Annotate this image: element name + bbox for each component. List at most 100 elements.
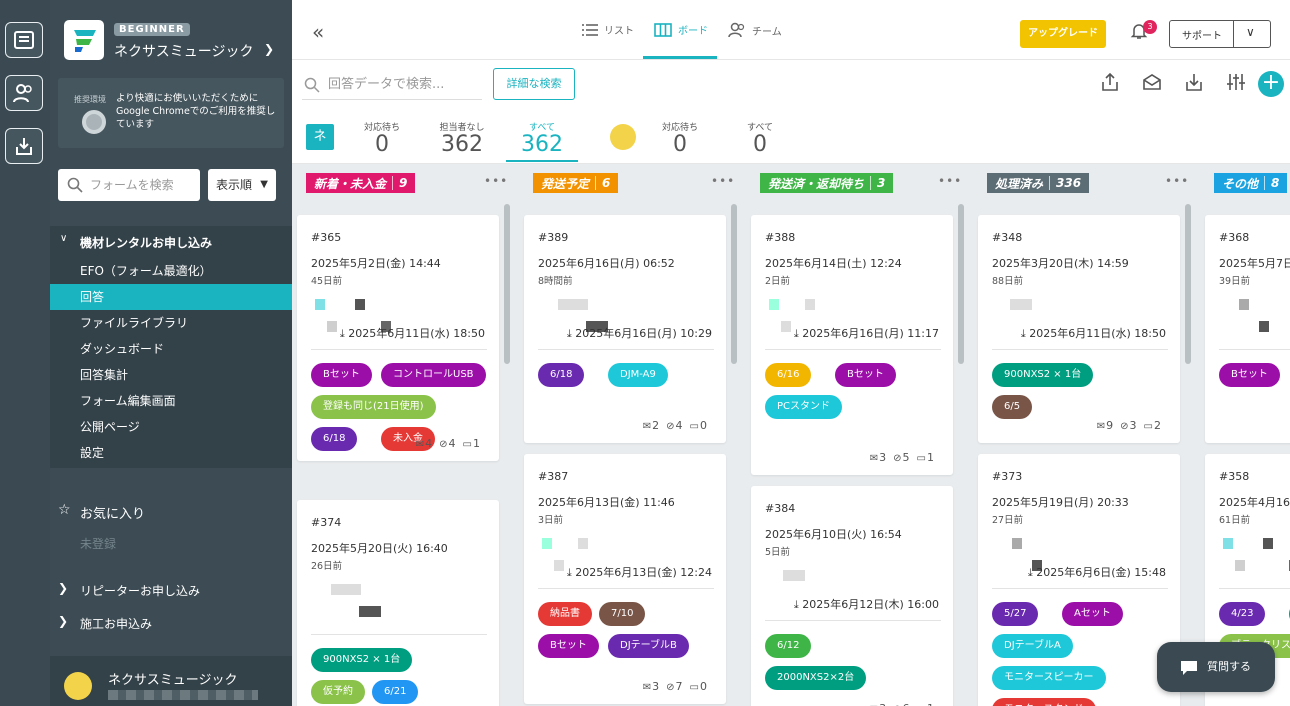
answer-card[interactable]: #373 2025年5月19日(月) 20:33 27日前 ⤓ 2025年6月6日(金… bbox=[978, 454, 1180, 706]
form-group-title[interactable]: 機材レンタルお申し込み bbox=[80, 234, 212, 251]
stat-waiting[interactable]: 対応待ち 0 bbox=[346, 120, 418, 157]
tab-team[interactable]: チーム bbox=[728, 22, 782, 38]
sidebar-item[interactable]: 回答集計 bbox=[50, 362, 292, 388]
chevron-right-icon[interactable]: ❯ bbox=[58, 581, 68, 595]
sidebar-item-repeater[interactable]: リピーターお申し込み bbox=[80, 582, 200, 599]
tag-badge[interactable]: 900NXS2 × 1台 bbox=[311, 648, 413, 672]
chevron-right-icon[interactable]: ❯ bbox=[58, 614, 68, 628]
sort-select[interactable]: 表示順 ▼ bbox=[208, 169, 276, 201]
more-icon[interactable]: ••• bbox=[711, 174, 735, 188]
download-icon[interactable] bbox=[1184, 72, 1204, 96]
column-header[interactable]: 発送済・返却待ち 3 bbox=[760, 173, 894, 193]
tag-badge[interactable]: 4/23 bbox=[1219, 602, 1266, 626]
sidebar-item[interactable]: EFO（フォーム最適化） bbox=[50, 258, 292, 284]
tag-badge[interactable]: Bセット bbox=[1219, 363, 1280, 387]
card-id: #348 bbox=[992, 231, 1023, 244]
sidebar-item[interactable]: ダッシュボード bbox=[50, 336, 292, 362]
tag-badge[interactable]: 900NXS2 × 1台 bbox=[992, 363, 1094, 387]
filter-sliders-icon[interactable] bbox=[1226, 72, 1246, 96]
tag-badge[interactable]: 仮予約 bbox=[311, 680, 365, 704]
form-search-input[interactable]: フォームを検索 bbox=[58, 169, 200, 201]
sidebar-item[interactable]: 設定 bbox=[50, 440, 292, 466]
card-relative-time: 27日前 bbox=[992, 515, 1024, 526]
sidebar-item-construction[interactable]: 施工お申込み bbox=[80, 615, 152, 632]
divider bbox=[538, 349, 714, 350]
tag-badge[interactable]: 2000NXS2×2台 bbox=[765, 666, 867, 690]
answer-card[interactable]: #365 2025年5月2日(金) 14:44 45日前 ⤓ 2025年6月11日(水… bbox=[297, 215, 499, 461]
column-scrollbar[interactable] bbox=[1185, 204, 1191, 364]
tag-badge[interactable]: Bセット bbox=[538, 634, 599, 658]
tag-badge[interactable]: モニタースピーカー bbox=[992, 666, 1106, 690]
advanced-search-button[interactable]: 詳細な検索 bbox=[493, 68, 575, 100]
mail-icon[interactable] bbox=[1142, 72, 1162, 96]
tag-badge[interactable]: PCスタンド bbox=[765, 395, 843, 419]
answer-card[interactable]: #348 2025年3月20日(木) 14:59 88日前 ⤓ 2025年6月11日(… bbox=[978, 215, 1180, 443]
column-scrollbar[interactable] bbox=[504, 204, 510, 364]
answer-card[interactable]: #389 2025年6月16日(月) 06:52 8時間前 ⤓ 2025年6月16日(… bbox=[524, 215, 726, 443]
collapse-icon[interactable]: « bbox=[312, 20, 324, 44]
answer-card[interactable]: #387 2025年6月13日(金) 11:46 3日前 ⤓ 2025年6月13日(金… bbox=[524, 454, 726, 704]
favorites-label[interactable]: お気に入り bbox=[80, 503, 145, 522]
tab-board[interactable]: ボード bbox=[654, 22, 708, 37]
download-icon: ⤓ bbox=[566, 566, 576, 579]
stat-my-all[interactable]: すべて 0 bbox=[724, 120, 796, 157]
tag-badge[interactable]: Aセット bbox=[1062, 602, 1123, 626]
tag-badge[interactable]: 7/10 bbox=[599, 602, 646, 626]
tab-list[interactable]: リスト bbox=[582, 22, 634, 37]
answer-card[interactable]: #368 2025年5月7日(39日前 Bセット bbox=[1205, 215, 1290, 443]
sidebar-item[interactable]: フォーム編集画面 bbox=[50, 388, 292, 414]
answer-card[interactable]: #374 2025年5月20日(火) 16:40 26日前 900NXS2 × 1台仮… bbox=[297, 500, 499, 706]
answer-card[interactable]: #388 2025年6月14日(土) 12:24 2日前 ⤓ 2025年6月16日(月… bbox=[751, 215, 953, 475]
more-icon[interactable]: ••• bbox=[1165, 174, 1189, 188]
forms-icon[interactable] bbox=[5, 22, 43, 58]
tag-badge[interactable]: コントロールUSB bbox=[381, 363, 486, 387]
import-icon[interactable] bbox=[5, 128, 43, 164]
tag-badge[interactable]: 6/16 bbox=[765, 363, 812, 387]
answer-search-input[interactable]: 回答データで検索... bbox=[302, 70, 482, 100]
more-icon[interactable]: ••• bbox=[938, 174, 962, 188]
tag-badge[interactable]: 5/27 bbox=[992, 602, 1039, 626]
tag-badge[interactable]: 6/5 bbox=[992, 395, 1033, 419]
tag-badge[interactable]: 6/18 bbox=[538, 363, 585, 387]
users-icon[interactable] bbox=[5, 75, 43, 111]
tag-badge[interactable]: 納品書 bbox=[538, 602, 592, 626]
answer-card[interactable]: #384 2025年6月10日(火) 16:54 5日前 ⤓ 2025年6月12日(木… bbox=[751, 486, 953, 706]
stat-my-waiting[interactable]: 対応待ち 0 bbox=[644, 120, 716, 157]
sidebar-item[interactable]: 回答 bbox=[50, 284, 292, 310]
stat-all[interactable]: すべて 362 bbox=[506, 120, 578, 157]
attachment-icon: ⊘ bbox=[666, 421, 676, 432]
chevron-down-icon[interactable]: ❯ bbox=[264, 42, 274, 56]
add-icon[interactable]: + bbox=[1258, 71, 1284, 97]
tag-badge[interactable]: Bセット bbox=[311, 363, 372, 387]
tag-badge[interactable]: モニタースタンド bbox=[992, 698, 1096, 706]
column-header[interactable]: その他 8 bbox=[1214, 173, 1288, 193]
column-header[interactable]: 処理済み 336 bbox=[987, 173, 1090, 193]
tag-badge[interactable]: 登録も同じ(21日使用) bbox=[311, 395, 436, 419]
chevron-down-icon[interactable]: ∨ bbox=[1246, 25, 1255, 39]
upgrade-button[interactable]: アップグレード bbox=[1020, 20, 1106, 48]
stat-unassigned[interactable]: 担当者なし 362 bbox=[426, 120, 498, 157]
column-title: 発送予定 bbox=[541, 176, 590, 191]
column-header[interactable]: 新着・未入金 9 bbox=[306, 173, 416, 193]
tag-badge[interactable]: 6/21 bbox=[372, 680, 419, 704]
column-scrollbar[interactable] bbox=[731, 204, 737, 364]
card-date: 2025年6月13日(金) 11:46 bbox=[538, 496, 675, 509]
support-dropdown[interactable]: サポート ∨ bbox=[1169, 20, 1271, 48]
tag-badge[interactable]: 6/18 bbox=[311, 427, 358, 451]
more-icon[interactable]: ••• bbox=[484, 174, 508, 188]
tag-badge[interactable]: 6/12 bbox=[765, 634, 812, 658]
sidebar-item[interactable]: 公開ページ bbox=[50, 414, 292, 440]
chevron-down-icon[interactable]: ∨ bbox=[60, 233, 67, 244]
sidebar-item[interactable]: ファイルライブラリ bbox=[50, 310, 292, 336]
column-header[interactable]: 発送予定 6 bbox=[533, 173, 619, 193]
tag-badge[interactable]: Bセット bbox=[835, 363, 896, 387]
org-name[interactable]: ネクサスミュージック bbox=[114, 41, 253, 61]
export-icon[interactable] bbox=[1100, 72, 1120, 96]
tag-badge[interactable]: DJテーブルA bbox=[992, 634, 1073, 658]
tag-badge[interactable]: DJテーブルB bbox=[608, 634, 689, 658]
column-scrollbar[interactable] bbox=[958, 204, 964, 364]
tag-badge[interactable]: DJM-A9 bbox=[608, 363, 668, 387]
chat-button[interactable]: 質問する bbox=[1157, 642, 1275, 692]
profile-area[interactable]: ネクサスミュージック bbox=[50, 656, 292, 706]
star-icon: ☆ bbox=[58, 502, 71, 518]
